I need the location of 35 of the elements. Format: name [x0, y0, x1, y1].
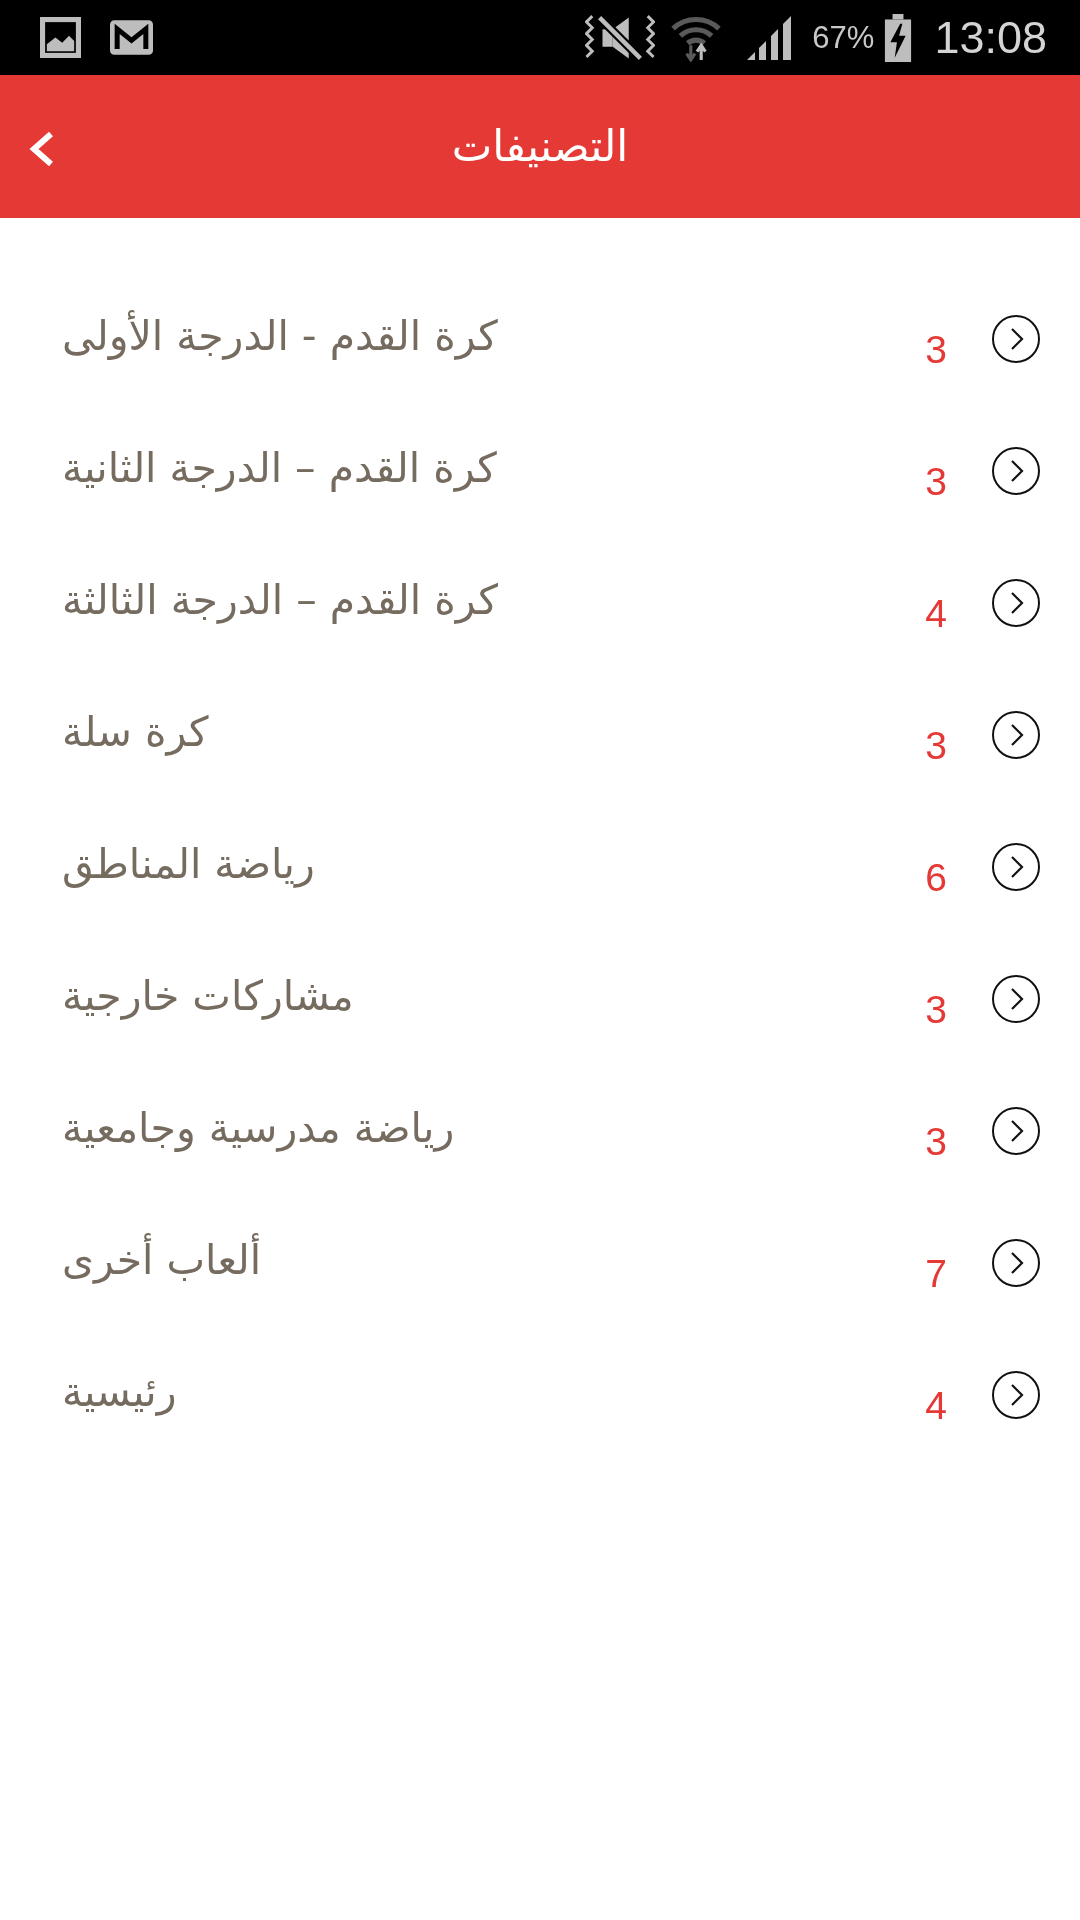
category-label[interactable]: كرة سلة [62, 704, 209, 766]
chevron-circle-icon[interactable] [992, 1107, 1040, 1155]
charging-battery-icon [884, 13, 913, 62]
item-count: 7 [925, 1253, 947, 1293]
item-count: 3 [925, 461, 947, 501]
chevron-circle-icon[interactable] [992, 447, 1040, 495]
gallery-icon [40, 17, 81, 58]
item-count: 4 [925, 593, 947, 633]
chevron-circle-icon[interactable] [992, 1239, 1040, 1287]
category-label[interactable]: كرة القدم – الدرجة الثالثة [62, 572, 498, 634]
chevron-circle-icon[interactable] [992, 315, 1040, 363]
battery-percent: 67% [812, 22, 875, 53]
muted-speaker-icon [585, 12, 656, 63]
chevron-circle-icon[interactable] [992, 579, 1040, 627]
item-count: 3 [925, 329, 947, 369]
chevron-circle-icon[interactable] [992, 711, 1040, 759]
chevron-circle-icon[interactable] [992, 1371, 1040, 1419]
category-label[interactable]: رئيسية [62, 1364, 177, 1426]
category-label[interactable]: كرة القدم – الدرجة الثانية [62, 440, 497, 502]
back-icon[interactable] [29, 131, 55, 167]
screen-title: التصنيفات [451, 119, 629, 173]
mail-icon [110, 20, 153, 55]
category-label[interactable]: رياضة مدرسية وجامعية [62, 1100, 455, 1162]
clock-time: 13:08 [934, 15, 1047, 60]
chevron-circle-icon[interactable] [992, 975, 1040, 1023]
item-count: 3 [925, 989, 947, 1029]
item-count: 3 [925, 1121, 947, 1161]
chevron-circle-icon[interactable] [992, 843, 1040, 891]
item-count: 6 [925, 857, 947, 897]
category-label[interactable]: كرة القدم - الدرجة الأولى [62, 308, 498, 370]
category-label[interactable]: ألعاب أخرى [62, 1232, 262, 1294]
item-count: 3 [925, 725, 947, 765]
item-count: 4 [925, 1385, 947, 1425]
category-label[interactable]: رياضة المناطق [62, 836, 315, 898]
category-label[interactable]: مشاركات خارجية [62, 968, 354, 1030]
